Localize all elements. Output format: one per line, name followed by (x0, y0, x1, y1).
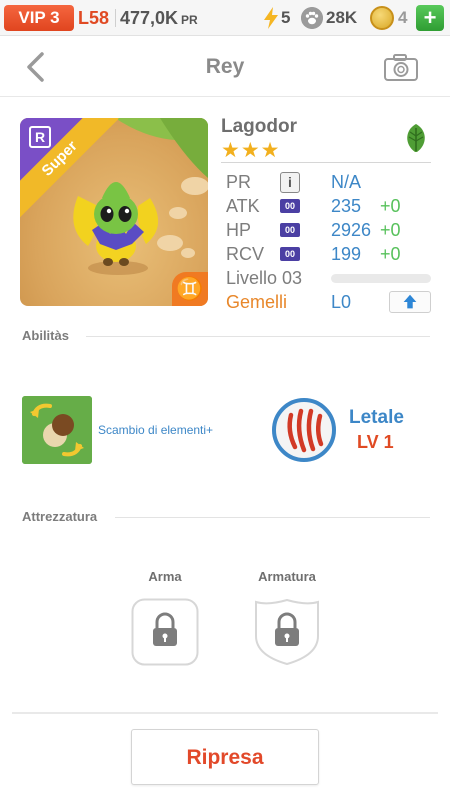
skill-name: Scambio di elementi+ (98, 423, 214, 437)
resume-button[interactable]: Ripresa (131, 729, 319, 785)
twin-value: L0 (331, 292, 352, 312)
stat-row-hp: HP 00 2926 +0 (226, 218, 432, 242)
stat-label: PR (226, 172, 252, 192)
stat-value: 235 (331, 196, 362, 216)
stat-label: RCV (226, 244, 265, 264)
weapon-label: Arma (148, 569, 182, 584)
power-display: 477,0K PR (120, 5, 198, 33)
lightning-icon (264, 7, 278, 29)
armor-slot[interactable] (253, 598, 321, 666)
stat-row-atk: ATK 00 235 +0 (226, 194, 432, 218)
add-coins-button[interactable]: + (416, 5, 444, 31)
vip-badge[interactable]: VIP 3 (4, 5, 74, 31)
twin-label: Gemelli (226, 292, 288, 312)
stat-value: 199 (331, 244, 362, 264)
stat-row-pr: PR i N/A (226, 170, 432, 194)
level-progress-bar (331, 274, 431, 283)
stat-row-twin: Gemelli L0 (226, 290, 432, 314)
player-level: L58 (78, 8, 110, 28)
stat-label: HP (226, 220, 252, 240)
swap-elements-icon[interactable] (22, 396, 92, 464)
stat-row-rcv: RCV 00 199 +0 (226, 242, 432, 266)
top-status-bar: VIP 3 L58 477,0K PR 5 28K 4 + (0, 0, 450, 36)
star-rating: ★★★ (221, 139, 281, 162)
claw-slash-icon[interactable] (271, 397, 337, 463)
page-header: Rey (0, 37, 450, 97)
leaf-icon (407, 124, 425, 152)
stat-bonus: +0 (380, 220, 401, 240)
stat-value: N/A (331, 172, 362, 192)
divider (221, 162, 431, 163)
divider (86, 336, 430, 337)
section-title-abilities: Abilitàs (22, 328, 69, 343)
camera-icon[interactable] (383, 52, 419, 82)
divider (115, 9, 116, 27)
info-icon[interactable]: i (280, 172, 300, 193)
armor-label: Armatura (258, 569, 316, 584)
stat-bonus: +0 (380, 196, 401, 216)
skill-level: LV 1 (357, 432, 394, 452)
coin-icon (370, 6, 394, 30)
divider (115, 517, 430, 518)
energy-count: 5 (281, 8, 291, 27)
level-label: Livello 03 (226, 268, 303, 288)
skill-name: Letale (349, 407, 404, 428)
rarity-badge: R (29, 126, 51, 148)
zodiac-badge: ♊ (172, 272, 208, 306)
coin-count: 4 (398, 8, 408, 27)
divider (12, 712, 438, 714)
stat-chip-icon: 00 (280, 223, 300, 237)
arrow-up-icon[interactable] (389, 291, 431, 313)
paw-count: 28K (326, 8, 358, 27)
stat-label: ATK (226, 196, 260, 216)
weapon-slot[interactable] (131, 598, 199, 666)
stat-bonus: +0 (380, 244, 401, 264)
section-title-equipment: Attrezzatura (22, 509, 98, 524)
pet-portrait[interactable]: R Super ♊ (20, 118, 208, 306)
power-value: 477,0K (120, 8, 179, 28)
paw-icon (301, 7, 323, 29)
stat-value: 2926 (331, 220, 372, 240)
pet-name: Lagodor (221, 116, 297, 137)
stat-chip-icon: 00 (280, 199, 300, 213)
stat-chip-icon: 00 (280, 247, 300, 261)
power-unit: PR (181, 13, 198, 27)
stat-row-level: Livello 03 (226, 266, 432, 290)
